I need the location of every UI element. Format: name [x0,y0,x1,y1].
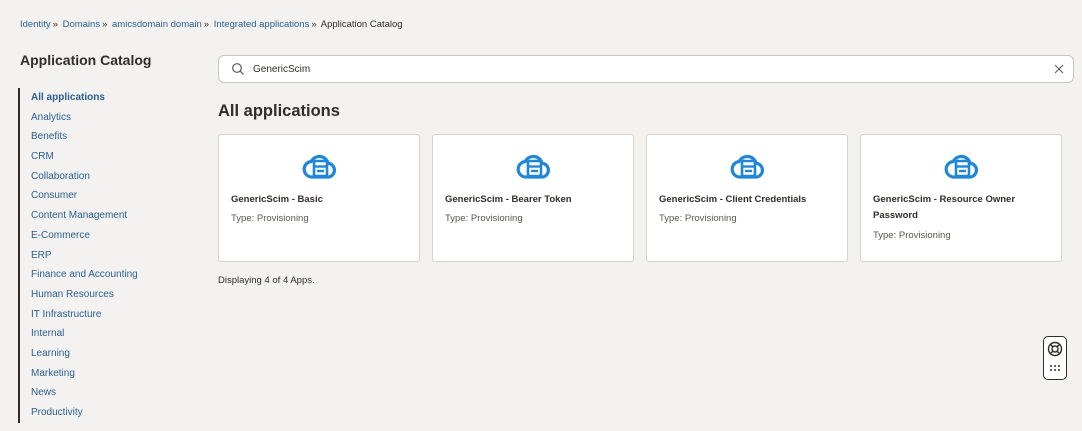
app-card-name: GenericScim - Resource Owner Password [873,194,1016,221]
app-card-genericscim-client-credentials[interactable]: GenericScim - Client Credentials Type: P… [646,134,848,262]
sidebar-item-learning[interactable]: Learning [20,344,188,364]
category-sidebar: All applications Analytics Benefits CRM … [18,88,188,423]
sidebar-item-collaboration[interactable]: Collaboration [20,167,188,187]
sidebar-item-marketing[interactable]: Marketing [20,364,188,384]
sidebar-item-analytics[interactable]: Analytics [20,108,188,128]
help-widget[interactable] [1043,336,1067,380]
sidebar-item-it-infrastructure[interactable]: IT Infrastructure [20,305,188,325]
breadcrumb-integrated-applications[interactable]: Integrated applications [214,19,310,30]
app-card-name: GenericScim - Basic [231,194,323,205]
app-count-text: Displaying 4 of 4 Apps. [218,275,315,286]
sidebar-item-internal[interactable]: Internal [20,324,188,344]
cloud-app-icon [730,154,765,179]
sidebar-title: Application Catalog [20,52,152,68]
search-icon [232,63,244,75]
cloud-app-icon [302,154,337,179]
search-input[interactable] [253,61,1033,78]
cloud-app-icon [944,154,979,179]
breadcrumb-separator: » [52,19,58,30]
sidebar-item-benefits[interactable]: Benefits [20,127,188,147]
breadcrumb-separator: » [311,19,317,30]
app-card-name: GenericScim - Bearer Token [445,194,572,205]
sidebar-item-e-commerce[interactable]: E-Commerce [20,226,188,246]
lifebuoy-icon[interactable] [1047,341,1063,357]
sidebar-item-crm[interactable]: CRM [20,147,188,167]
sidebar-item-productivity[interactable]: Productivity [20,403,188,423]
sidebar-item-human-resources[interactable]: Human Resources [20,285,188,305]
app-card-type: Type: Provisioning [659,213,737,224]
app-card-genericscim-basic[interactable]: GenericScim - Basic Type: Provisioning [218,134,420,262]
breadcrumb: Identity» Domains» amicsdomain domain» I… [20,19,403,30]
page-title: All applications [218,102,340,120]
app-card-type: Type: Provisioning [445,213,523,224]
breadcrumb-identity[interactable]: Identity [20,19,51,30]
breadcrumb-application-catalog: Application Catalog [320,19,403,30]
grid-icon[interactable] [1049,362,1061,374]
app-card-type: Type: Provisioning [231,213,309,224]
sidebar-item-finance-and-accounting[interactable]: Finance and Accounting [20,265,188,285]
sidebar-item-consumer[interactable]: Consumer [20,186,188,206]
sidebar-item-news[interactable]: News [20,383,188,403]
sidebar-item-erp[interactable]: ERP [20,246,188,266]
app-card-genericscim-bearer-token[interactable]: GenericScim - Bearer Token Type: Provisi… [432,134,634,262]
sidebar-item-content-management[interactable]: Content Management [20,206,188,226]
close-icon[interactable] [1053,63,1065,75]
app-card-name: GenericScim - Client Credentials [659,194,807,205]
cloud-app-icon [516,154,551,179]
sidebar-item-all-applications[interactable]: All applications [20,88,188,108]
breadcrumb-separator: » [102,19,108,30]
search-bar [218,55,1074,83]
breadcrumb-domain[interactable]: amicsdomain domain [112,19,202,30]
breadcrumb-domains[interactable]: Domains [63,19,101,30]
app-card-type: Type: Provisioning [873,230,951,241]
app-card-genericscim-resource-owner-password[interactable]: GenericScim - Resource Owner Password Ty… [860,134,1062,262]
breadcrumb-separator: » [203,19,210,30]
